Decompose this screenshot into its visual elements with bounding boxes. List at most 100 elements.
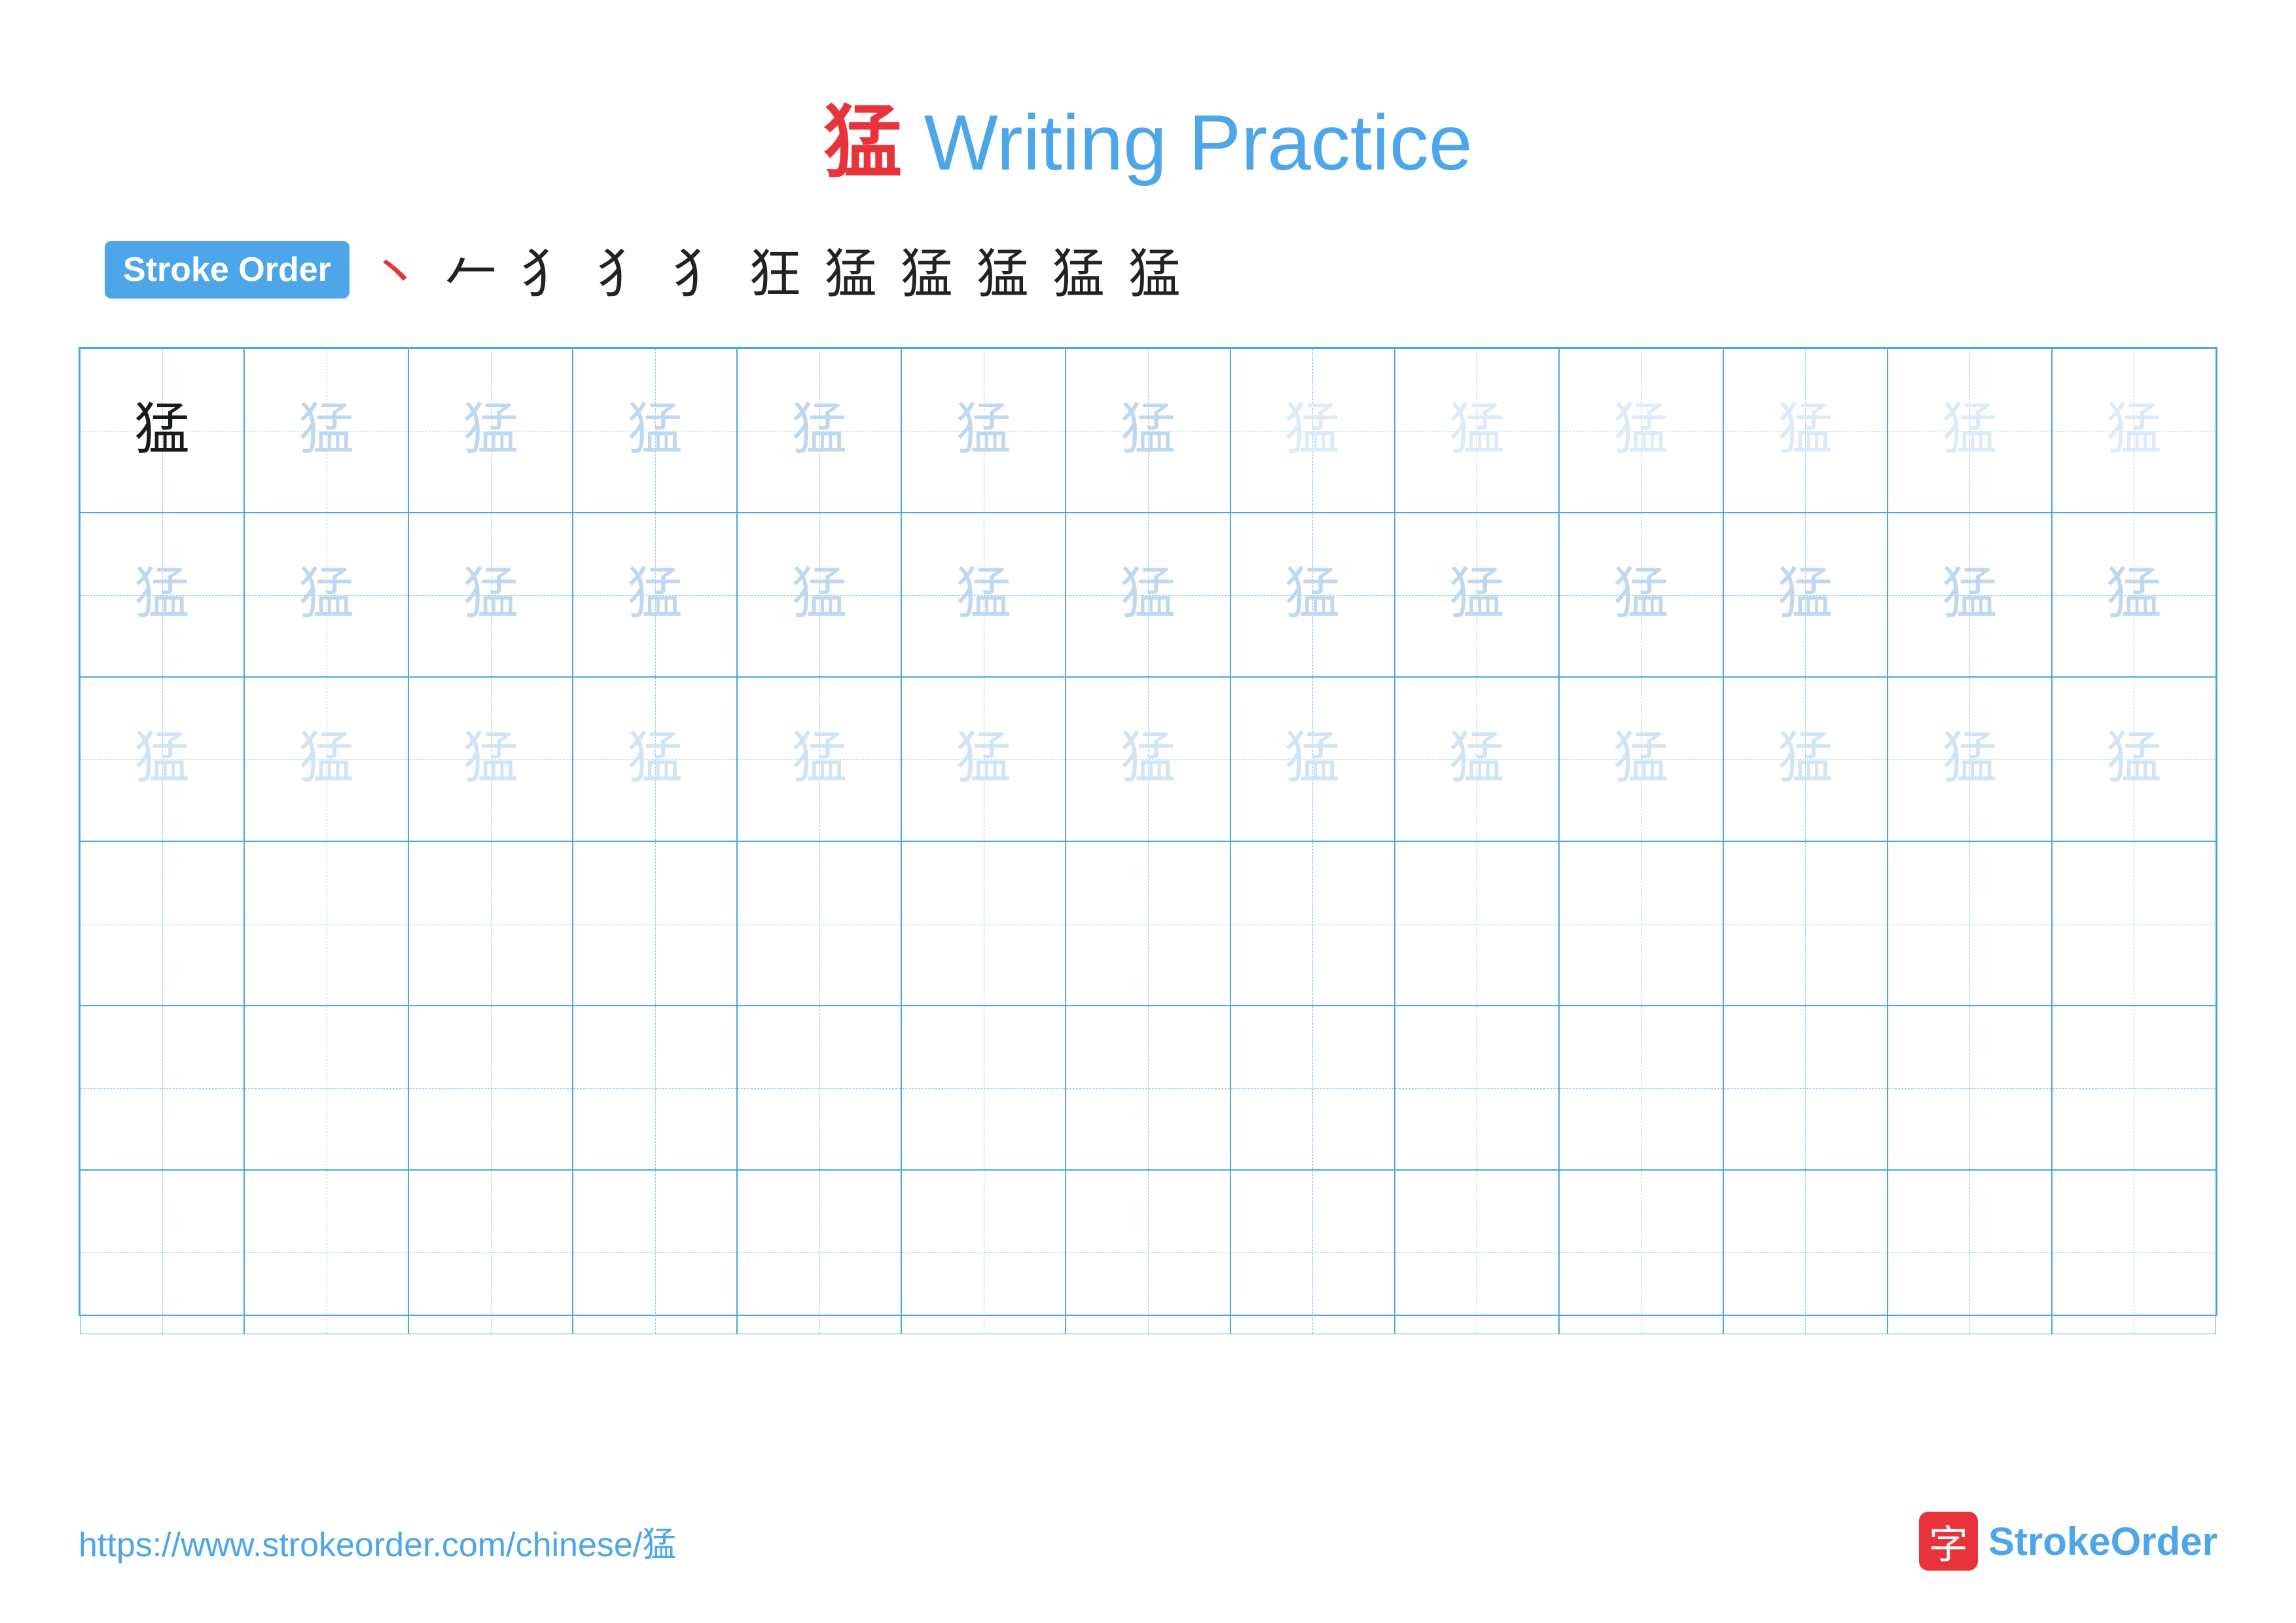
grid-cell — [80, 1170, 244, 1334]
title-area: 猛 Writing Practice — [79, 79, 2217, 192]
grid-cell: 猛 — [1230, 348, 1395, 513]
grid-cell — [1066, 841, 1230, 1006]
practice-char: 猛 — [1942, 403, 1998, 458]
practice-char: 猛 — [1449, 567, 1505, 623]
grid-cell — [1888, 1006, 2052, 1170]
grid-cell: 猛 — [1395, 348, 1559, 513]
practice-char: 猛 — [463, 403, 518, 458]
practice-char: 猛 — [627, 403, 683, 458]
grid-cell: 猛 — [1723, 513, 1888, 677]
stroke-step-4: 犭 — [597, 232, 649, 308]
practice-char: 猛 — [1613, 567, 1669, 623]
grid-cell — [2052, 841, 2216, 1006]
grid-cell: 猛 — [1559, 677, 1723, 841]
grid-cell: 猛 — [80, 348, 244, 513]
practice-grid: 猛猛猛猛猛猛猛猛猛猛猛猛猛猛猛猛猛猛猛猛猛猛猛猛猛猛猛猛猛猛猛猛猛猛猛猛猛猛猛 — [79, 347, 2217, 1316]
grid-cell: 猛 — [573, 677, 737, 841]
stroke-step-3: 犭 — [521, 232, 573, 308]
practice-char: 猛 — [1285, 567, 1340, 623]
footer-logo: 字 StrokeOrder — [1919, 1512, 2217, 1571]
stroke-step-7: 猛 — [825, 232, 877, 308]
practice-char: 猛 — [1121, 403, 1176, 458]
grid-cell: 猛 — [1066, 677, 1230, 841]
practice-char: 猛 — [627, 567, 683, 623]
practice-char: 猛 — [956, 567, 1011, 623]
stroke-step-5: 犭 — [673, 232, 725, 308]
practice-char: 猛 — [627, 731, 683, 787]
grid-cell: 猛 — [1559, 513, 1723, 677]
grid-cell — [80, 841, 244, 1006]
practice-char: 猛 — [1121, 567, 1176, 623]
practice-char: 猛 — [463, 567, 518, 623]
stroke-step-2: 𠂉 — [445, 232, 497, 308]
logo-icon-char: 字 — [1929, 1513, 1968, 1570]
practice-char: 猛 — [2106, 731, 2162, 787]
grid-cell: 猛 — [737, 677, 901, 841]
grid-cell: 猛 — [1888, 348, 2052, 513]
grid-cell — [573, 841, 737, 1006]
page: 猛 Writing Practice Stroke Order 丶 𠂉 犭 犭 … — [0, 0, 2296, 1623]
grid-cell — [244, 1006, 408, 1170]
grid-cell: 猛 — [573, 348, 737, 513]
grid-cell — [1395, 841, 1559, 1006]
logo-text-dark: Order — [2111, 1520, 2217, 1563]
practice-char: 猛 — [134, 567, 190, 623]
page-title: 猛 Writing Practice — [823, 99, 1472, 187]
grid-cell — [1395, 1170, 1559, 1334]
grid-cell — [244, 1170, 408, 1334]
practice-char: 猛 — [1449, 403, 1505, 458]
logo-text: StrokeOrder — [1988, 1519, 2217, 1564]
practice-char: 猛 — [1942, 567, 1998, 623]
grid-cell: 猛 — [1395, 677, 1559, 841]
grid-cell: 猛 — [737, 348, 901, 513]
grid-cell: 猛 — [901, 513, 1066, 677]
grid-cell — [408, 841, 573, 1006]
grid-cell — [1888, 1170, 2052, 1334]
grid-cell: 猛 — [1066, 348, 1230, 513]
stroke-step-8: 猛 — [901, 232, 953, 308]
grid-cell: 猛 — [408, 677, 573, 841]
grid-cell: 猛 — [1888, 513, 2052, 677]
grid-cell — [737, 1170, 901, 1334]
grid-cell: 猛 — [244, 348, 408, 513]
grid-cell: 猛 — [1723, 677, 1888, 841]
stroke-step-9: 猛 — [977, 232, 1029, 308]
grid-cell — [1723, 1170, 1888, 1334]
title-rest: Writing Practice — [902, 99, 1472, 187]
practice-char: 猛 — [791, 731, 847, 787]
grid-cell: 猛 — [80, 677, 244, 841]
grid-cell — [1230, 841, 1395, 1006]
grid-cell: 猛 — [2052, 513, 2216, 677]
grid-cell — [737, 1006, 901, 1170]
practice-char: 猛 — [956, 403, 1011, 458]
practice-char: 猛 — [1613, 403, 1669, 458]
practice-char: 猛 — [2106, 403, 2162, 458]
stroke-order-badge: Stroke Order — [105, 241, 350, 299]
practice-char: 猛 — [2106, 567, 2162, 623]
grid-cell — [244, 841, 408, 1006]
grid-cell — [1559, 1006, 1723, 1170]
footer-url: https://www.strokeorder.com/chinese/猛 — [79, 1517, 676, 1566]
grid-cell — [1559, 1170, 1723, 1334]
practice-char: 猛 — [463, 731, 518, 787]
grid-cell — [901, 1006, 1066, 1170]
grid-cell — [1230, 1006, 1395, 1170]
grid-cell: 猛 — [901, 677, 1066, 841]
stroke-step-1: 丶 — [369, 232, 422, 308]
grid-cell — [1066, 1006, 1230, 1170]
practice-char: 猛 — [1613, 731, 1669, 787]
grid-cell: 猛 — [80, 513, 244, 677]
grid-cell: 猛 — [244, 513, 408, 677]
practice-char: 猛 — [1778, 403, 1833, 458]
footer: https://www.strokeorder.com/chinese/猛 字 … — [79, 1512, 2217, 1571]
practice-char: 猛 — [1449, 731, 1505, 787]
practice-char: 猛 — [298, 403, 354, 458]
grid-cell: 猛 — [737, 513, 901, 677]
grid-cell: 猛 — [2052, 348, 2216, 513]
grid-cell — [1723, 1006, 1888, 1170]
grid-cell: 猛 — [244, 677, 408, 841]
stroke-step-10: 猛 — [1052, 232, 1105, 308]
grid-cell — [573, 1006, 737, 1170]
stroke-order-row: Stroke Order 丶 𠂉 犭 犭 犭 狂 猛 猛 猛 猛 猛 — [105, 232, 2217, 308]
grid-cell: 猛 — [573, 513, 737, 677]
